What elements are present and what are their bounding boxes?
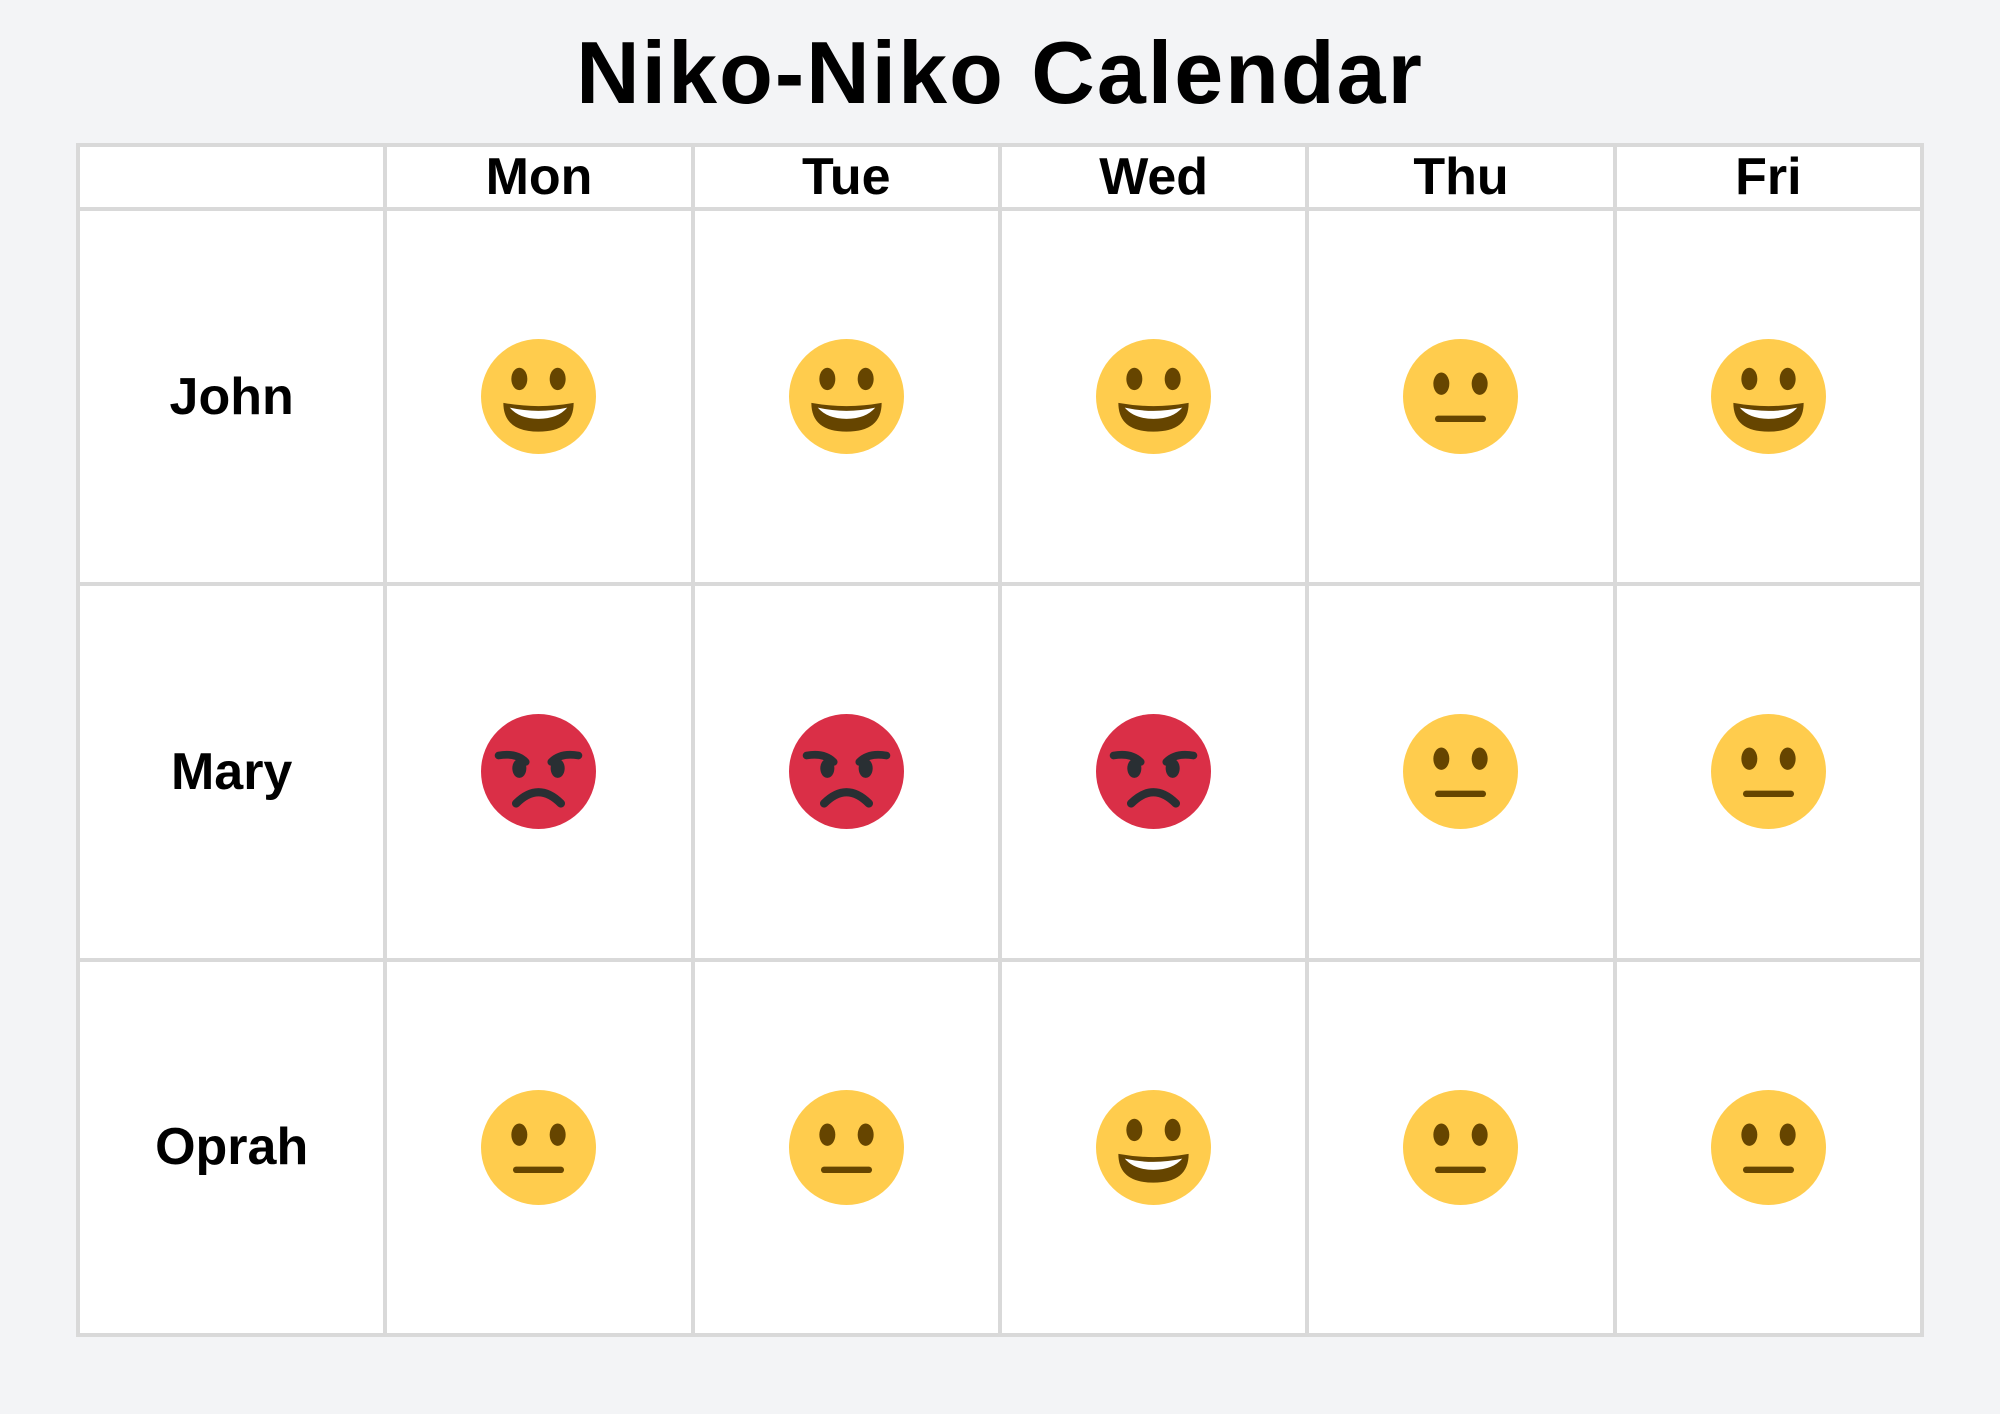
day-header-wed: Wed [997,143,1310,211]
angry-face-icon [481,714,597,830]
mood-cell [1305,957,1617,1338]
corner-cell [75,143,388,211]
mood-cell [1612,206,1925,587]
day-header-fri: Fri [1612,143,1925,211]
page-title: Niko-Niko Calendar [576,23,1424,122]
day-header-mon: Mon [383,143,695,211]
neutral-face-icon [788,1089,904,1205]
day-header-thu: Thu [1305,143,1617,211]
mood-cell [690,957,1002,1338]
person-name: John [75,206,388,587]
mood-cell [1612,957,1925,1338]
grinning-face-icon [1096,1089,1212,1205]
mood-cell [1305,582,1617,962]
neutral-face-icon [1403,339,1519,455]
angry-face-icon [1096,714,1212,830]
neutral-face-icon [1710,1089,1826,1205]
mood-cell [997,957,1310,1338]
mood-cell [383,206,695,587]
person-row: Oprah [75,957,1925,1338]
person-row: Mary [75,582,1925,962]
grinning-face-icon [1096,339,1212,455]
person-name: Oprah [75,957,388,1338]
mood-cell [690,206,1002,587]
mood-cell [383,582,695,962]
day-header-tue: Tue [690,143,1002,211]
mood-cell [1612,582,1925,962]
neutral-face-icon [1403,714,1519,830]
niko-niko-calendar-table: Mon Tue Wed Thu Fri John Mary Oprah [75,143,1925,1338]
header-row: Mon Tue Wed Thu Fri [75,143,1925,211]
mood-cell [383,957,695,1338]
neutral-face-icon [481,1089,597,1205]
mood-cell [690,582,1002,962]
grinning-face-icon [788,339,904,455]
mood-cell [997,206,1310,587]
person-row: John [75,206,1925,587]
mood-cell [1305,206,1617,587]
person-name: Mary [75,582,388,962]
grinning-face-icon [1710,339,1826,455]
grinning-face-icon [481,339,597,455]
neutral-face-icon [1710,714,1826,830]
mood-cell [997,582,1310,962]
angry-face-icon [788,714,904,830]
neutral-face-icon [1403,1089,1519,1205]
